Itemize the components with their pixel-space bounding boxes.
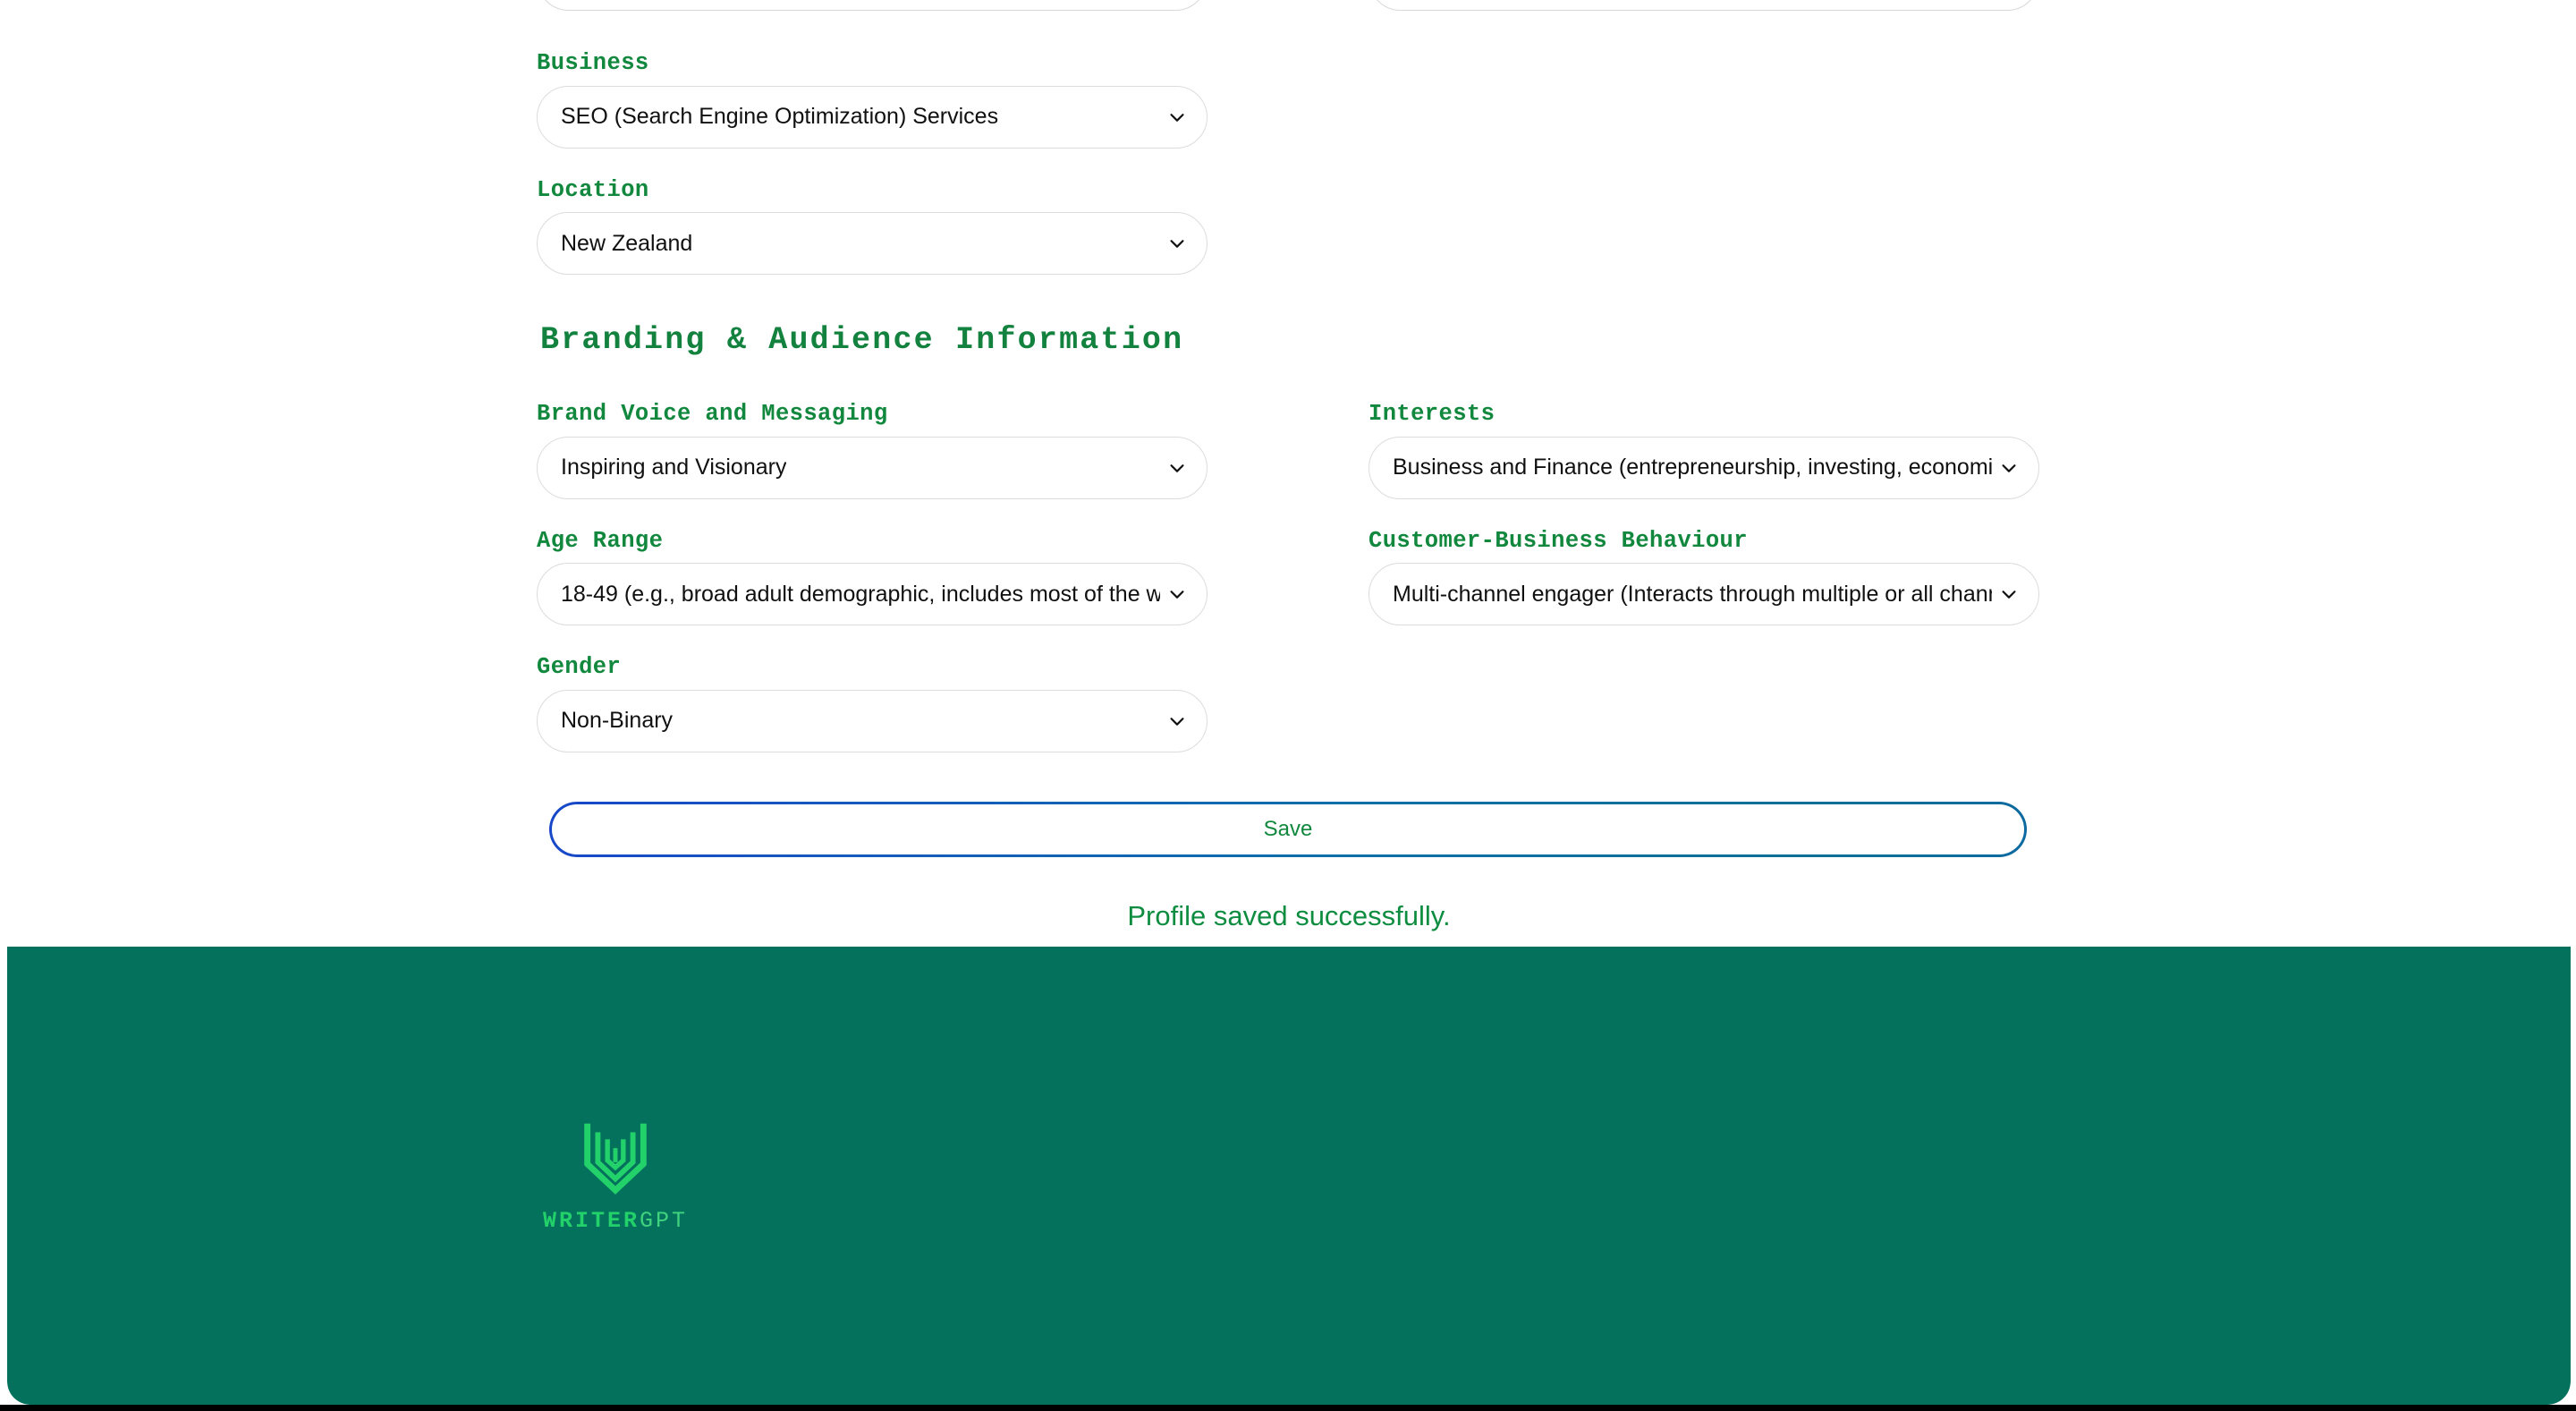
chevron-down-icon	[2002, 591, 2016, 599]
profile-form: Business SEO (Search Engine Optimization…	[7, 0, 2571, 947]
label-brand-voice: Brand Voice and Messaging	[537, 401, 888, 427]
label-business: Business	[537, 50, 649, 76]
select-gender-value: Non-Binary	[561, 710, 674, 732]
select-customer-behaviour-value: Multi-channel engager (Interacts through…	[1393, 582, 1992, 606]
field-brand-voice: Brand Voice and Messaging Inspiring and …	[537, 403, 1208, 499]
select-location-value: New Zealand	[561, 232, 693, 255]
field-business: Business SEO (Search Engine Optimization…	[537, 52, 2039, 149]
writergpt-shield-icon	[584, 1123, 647, 1194]
select-business-value: SEO (Search Engine Optimization) Service…	[561, 106, 999, 128]
clipped-select-right[interactable]	[1368, 0, 2039, 11]
label-gender: Gender	[537, 654, 622, 680]
select-location[interactable]: New Zealand	[537, 212, 1208, 275]
select-interests-value: Business and Finance (entrepreneurship, …	[1393, 456, 1992, 479]
clipped-fields-row	[537, 0, 2039, 11]
page-container: Business SEO (Search Engine Optimization…	[7, 0, 2571, 1405]
chevron-down-icon	[1170, 463, 1184, 472]
chevron-down-icon	[1170, 113, 1184, 122]
chevron-down-icon	[1170, 591, 1184, 599]
chevron-down-icon	[1170, 240, 1184, 248]
window-bottom-edge	[0, 1405, 2576, 1411]
save-button-wrap: Save	[549, 802, 2027, 857]
branding-grid: Brand Voice and Messaging Inspiring and …	[537, 403, 2039, 752]
field-gender: Gender Non-Binary	[537, 656, 1208, 752]
field-location: Location New Zealand	[537, 176, 2039, 275]
logo-word-secondary: GPT	[640, 1208, 689, 1234]
logo-word-primary: WRITER	[542, 1208, 640, 1234]
logo-wordmark: WRITERGPT	[530, 1210, 700, 1232]
chevron-down-icon	[2002, 463, 2016, 472]
select-age-range[interactable]: 18-49 (e.g., broad adult demographic, in…	[537, 563, 1208, 625]
status-message: Profile saved successfully.	[1127, 900, 1451, 931]
branding-column-right: Interests Business and Finance (entrepre…	[1368, 403, 2039, 752]
section-heading-branding: Branding & Audience Information	[540, 322, 1184, 358]
select-brand-voice[interactable]: Inspiring and Visionary	[537, 436, 1208, 499]
select-business[interactable]: SEO (Search Engine Optimization) Service…	[537, 85, 1208, 149]
footer-logo[interactable]: WRITERGPT	[530, 1113, 700, 1232]
field-interests: Interests Business and Finance (entrepre…	[1368, 403, 2039, 499]
save-button[interactable]: Save	[549, 802, 2027, 857]
label-customer-behaviour: Customer-Business Behaviour	[1368, 527, 1748, 554]
select-brand-voice-value: Inspiring and Visionary	[561, 456, 787, 479]
label-age-range: Age Range	[537, 527, 664, 554]
select-age-range-value: 18-49 (e.g., broad adult demographic, in…	[561, 582, 1160, 606]
select-gender[interactable]: Non-Binary	[537, 689, 1208, 752]
form-inner: Business SEO (Search Engine Optimization…	[537, 0, 2039, 752]
field-customer-behaviour: Customer-Business Behaviour Multi-channe…	[1368, 527, 2039, 625]
save-button-label: Save	[1263, 817, 1313, 841]
select-interests[interactable]: Business and Finance (entrepreneurship, …	[1368, 436, 2039, 499]
select-customer-behaviour[interactable]: Multi-channel engager (Interacts through…	[1368, 563, 2039, 625]
clipped-select-left[interactable]	[537, 0, 1208, 11]
chevron-down-icon	[1170, 717, 1184, 726]
site-footer: WRITERGPT CALENDAR PROFILE FAQ SEO BASIC…	[7, 947, 2571, 1405]
branding-column-left: Brand Voice and Messaging Inspiring and …	[537, 403, 1208, 752]
label-location: Location	[537, 176, 649, 203]
label-interests: Interests	[1368, 401, 1496, 427]
field-age-range: Age Range 18-49 (e.g., broad adult demog…	[537, 527, 1208, 625]
browser-viewport: Business SEO (Search Engine Optimization…	[0, 0, 2576, 1411]
